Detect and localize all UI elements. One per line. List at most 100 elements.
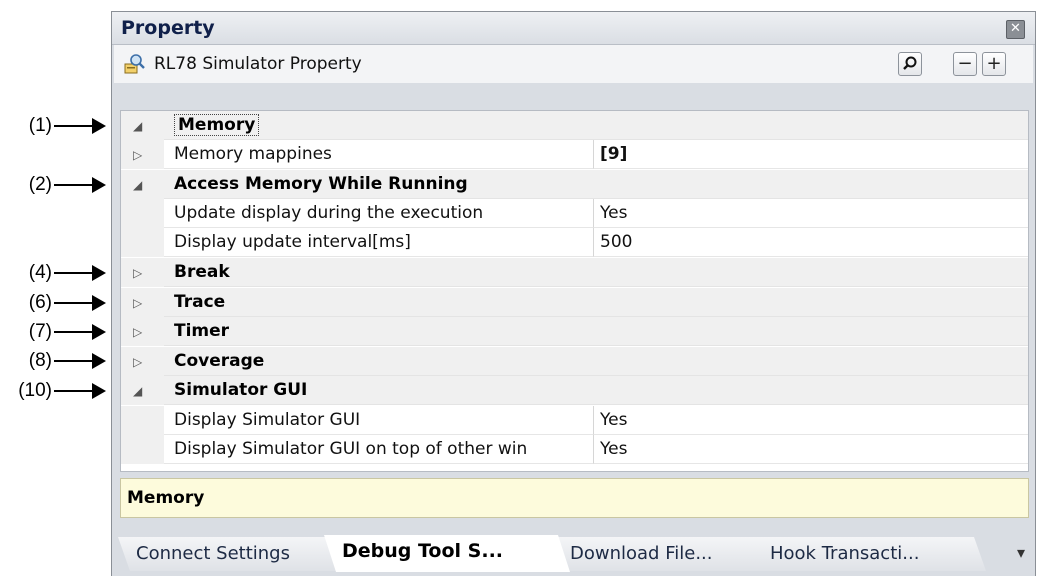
expand-arrow-icon: ▷ — [133, 355, 143, 369]
category-label: Trace — [164, 288, 1028, 317]
callout-10: (10) — [0, 380, 106, 402]
category-timer[interactable]: ▷ Timer — [121, 317, 1028, 346]
property-row[interactable]: Update display during the execution Yes — [121, 199, 1028, 228]
property-row[interactable]: Display Simulator GUI on top of other wi… — [121, 435, 1028, 464]
tab-bar: Connect Settings Download File... Hook T… — [112, 533, 1035, 576]
property-value[interactable]: Yes — [594, 199, 1028, 228]
category-trace[interactable]: ▷ Trace — [121, 288, 1028, 317]
tab-debug-tool-settings[interactable]: Debug Tool S... — [324, 535, 570, 572]
arrow-line — [54, 302, 92, 304]
row-gutter — [121, 435, 164, 464]
category-label: Timer — [164, 317, 1028, 346]
expand-toggle[interactable]: ◢ — [121, 376, 164, 405]
panel-title: Property — [121, 17, 215, 39]
callout-label: (1) — [28, 115, 52, 136]
collapse-arrow-icon: ◢ — [133, 119, 143, 133]
property-row[interactable]: ▷ Memory mappines [9] — [121, 140, 1028, 169]
arrow-icon — [92, 118, 106, 134]
callout-label: (7) — [28, 321, 52, 342]
callout-7: (7) — [0, 321, 106, 343]
callout-1: (1) — [0, 115, 106, 137]
callout-label: (6) — [28, 292, 52, 313]
tab-label: Debug Tool S... — [342, 540, 504, 562]
arrow-icon — [92, 177, 106, 193]
arrow-line — [54, 390, 92, 392]
search-icon[interactable] — [898, 52, 922, 76]
category-label: Coverage — [164, 347, 1028, 376]
expand-toggle[interactable]: ◢ — [121, 170, 164, 199]
category-coverage[interactable]: ▷ Coverage — [121, 347, 1028, 376]
tab-label: Hook Transacti... — [770, 543, 920, 564]
property-icon — [124, 54, 145, 74]
property-name: Display Simulator GUI — [164, 406, 594, 435]
property-value[interactable]: 500 — [594, 228, 1028, 257]
arrow-line — [54, 331, 92, 333]
category-break[interactable]: ▷ Break — [121, 258, 1028, 287]
arrow-line — [54, 360, 92, 362]
tab-overflow-icon[interactable]: ▾ — [1017, 543, 1025, 562]
property-name: Display Simulator GUI on top of other wi… — [164, 435, 594, 464]
tab-hook-transaction[interactable]: Hook Transacti... — [752, 537, 986, 571]
callout-6: (6) — [0, 292, 106, 314]
arrow-icon — [92, 295, 106, 311]
arrow-icon — [92, 265, 106, 281]
arrow-line — [54, 125, 92, 127]
property-name: Memory mappines — [164, 140, 594, 169]
collapse-arrow-icon: ◢ — [133, 384, 143, 398]
arrow-icon — [92, 353, 106, 369]
row-gutter — [121, 199, 164, 228]
arrow-line — [54, 272, 92, 274]
category-simulator-gui[interactable]: ◢ Simulator GUI — [121, 376, 1028, 405]
collapse-arrow-icon: ◢ — [133, 178, 143, 192]
property-row[interactable]: Display update interval[ms] 500 — [121, 228, 1028, 257]
expand-toggle[interactable]: ◢ — [121, 111, 164, 140]
toolbar-title: RL78 Simulator Property — [154, 54, 362, 74]
expand-toggle[interactable]: ▷ — [121, 317, 164, 346]
expand-toggle[interactable]: ▷ — [121, 288, 164, 317]
tab-label: Connect Settings — [136, 543, 290, 564]
category-memory[interactable]: ◢ Memory — [121, 111, 1028, 140]
panel-titlebar: Property ✕ — [112, 12, 1035, 45]
property-toolbar: RL78 Simulator Property − + — [114, 45, 1033, 83]
collapse-all-button[interactable]: − — [953, 52, 977, 76]
expand-arrow-icon: ▷ — [133, 148, 143, 162]
callout-label: (2) — [28, 174, 52, 195]
category-label: Memory — [174, 114, 260, 136]
property-name: Display update interval[ms] — [164, 228, 594, 257]
description-text: Memory — [127, 488, 205, 508]
expand-arrow-icon: ▷ — [133, 296, 143, 310]
description-area: Memory — [120, 478, 1029, 518]
expand-toggle[interactable]: ▷ — [121, 347, 164, 376]
callout-8: (8) — [0, 350, 106, 372]
tab-label: Download File... — [570, 543, 713, 564]
expand-arrow-icon: ▷ — [133, 266, 143, 280]
arrow-icon — [92, 324, 106, 340]
category-label: Break — [164, 258, 1028, 287]
category-label: Simulator GUI — [164, 376, 1028, 405]
expand-toggle[interactable]: ▷ — [121, 258, 164, 287]
callout-4: (4) — [0, 262, 106, 284]
property-value[interactable]: [9] — [594, 140, 1028, 169]
property-value[interactable]: Yes — [594, 406, 1028, 435]
search-glyph — [903, 56, 917, 70]
callout-2: (2) — [0, 174, 106, 196]
expand-toggle[interactable]: ▷ — [121, 140, 164, 169]
category-label-wrap: Memory — [164, 111, 1028, 140]
callout-label: (10) — [18, 380, 52, 401]
callout-label: (8) — [28, 350, 52, 371]
tab-download-file[interactable]: Download File... — [552, 537, 768, 571]
callout-label: (4) — [28, 262, 52, 283]
expand-all-button[interactable]: + — [982, 52, 1006, 76]
arrow-line — [54, 184, 92, 186]
arrow-icon — [92, 383, 106, 399]
tab-connect-settings[interactable]: Connect Settings — [118, 537, 340, 571]
close-icon[interactable]: ✕ — [1006, 20, 1025, 39]
row-gutter — [121, 406, 164, 435]
property-row[interactable]: Display Simulator GUI Yes — [121, 406, 1028, 435]
category-access-memory[interactable]: ◢ Access Memory While Running — [121, 170, 1028, 199]
expand-arrow-icon: ▷ — [133, 325, 143, 339]
property-name: Update display during the execution — [164, 199, 594, 228]
row-gutter — [121, 228, 164, 257]
category-label: Access Memory While Running — [164, 170, 1028, 199]
property-value[interactable]: Yes — [594, 435, 1028, 464]
